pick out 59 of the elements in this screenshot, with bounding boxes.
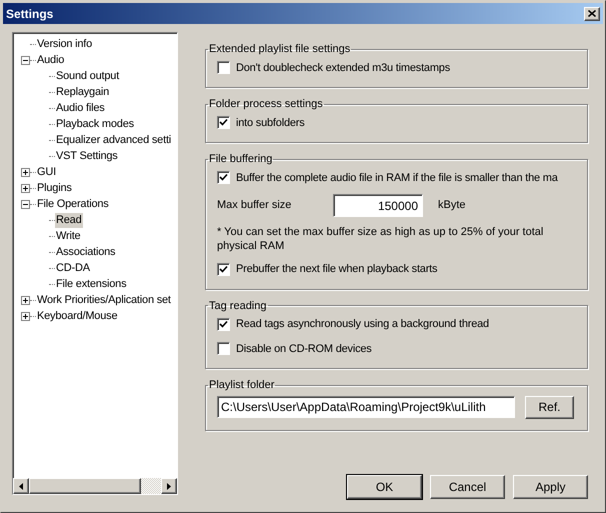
close-button[interactable] [584, 6, 600, 20]
checkbox[interactable] [217, 262, 230, 276]
tree-item[interactable]: Write [55, 228, 82, 244]
checkbox[interactable] [217, 116, 230, 130]
scroll-thumb[interactable] [29, 478, 141, 494]
tree-item[interactable]: VST Settings [55, 148, 119, 164]
checkbox-label: Buffer the complete audio file in RAM if the file is smaller than the ma [236, 170, 558, 186]
tree-item[interactable]: Work Priorities/Aplication set [36, 292, 172, 308]
expand-icon[interactable] [21, 168, 30, 176]
dialog-button[interactable]: OK [347, 475, 422, 499]
tree-item[interactable]: Equalizer advanced setti [55, 132, 172, 148]
collapse-icon[interactable] [21, 200, 30, 208]
checkbox[interactable] [217, 342, 230, 356]
group-title: Folder process settings [208, 97, 324, 112]
note-text: * You can set the max buffer size as high as up to 25% of your total physical RAM [217, 225, 544, 253]
dialog-button[interactable]: Cancel [430, 475, 505, 499]
tree-item[interactable]: Playback modes [55, 116, 135, 132]
collapse-icon[interactable] [21, 56, 30, 64]
buffer-size-field[interactable]: 150000 [333, 194, 423, 217]
tree-item[interactable]: File Operations [36, 196, 110, 212]
right-arrow-icon [167, 482, 171, 490]
folder-path-field[interactable]: C:\Users\User\AppData\Roaming\Project9k\uLilith [217, 396, 515, 418]
unit-label: kByte [438, 198, 466, 214]
checkbox-label: into subfolders [236, 116, 305, 130]
tree-item[interactable]: CD-DA [55, 260, 91, 276]
checkbox[interactable] [217, 318, 230, 331]
tree-item[interactable]: Version info [36, 36, 94, 52]
tree-item[interactable]: Plugins [36, 180, 73, 196]
field-label: Max buffer size [217, 198, 292, 214]
tree-item[interactable]: Keyboard/Mouse [36, 308, 118, 324]
tree-item[interactable]: Sound output [55, 68, 120, 84]
expand-icon[interactable] [21, 296, 30, 304]
tree-item[interactable]: Audio [36, 52, 66, 68]
checkbox-label: Read tags asynchronously using a background thread [236, 317, 489, 332]
group-title: Extended playlist file settings [208, 42, 352, 57]
checkbox-label: Disable on CD-ROM devices [236, 342, 372, 356]
group-title: Playlist folder [208, 378, 276, 393]
scroll-right-button[interactable] [161, 478, 177, 494]
dialog-button[interactable]: Apply [513, 475, 588, 499]
browse-button[interactable]: Ref. [525, 396, 574, 418]
tree-item[interactable]: Audio files [55, 100, 106, 116]
tree-item[interactable]: File extensions [55, 276, 128, 292]
group-title: File buffering [208, 152, 274, 167]
close-icon [588, 10, 596, 17]
horizontal-scrollbar[interactable] [13, 478, 177, 494]
left-arrow-icon [19, 482, 23, 490]
window-title: Settings [6, 6, 54, 22]
expand-icon[interactable] [21, 184, 30, 192]
tree-item[interactable]: Read [55, 212, 82, 228]
checkbox-label: Don't doublecheck extended m3u timestamps [236, 60, 450, 76]
tree-item[interactable]: Replaygain [55, 84, 110, 100]
checkbox[interactable] [217, 171, 230, 184]
checkbox-label: Prebuffer the next file when playback starts [236, 262, 438, 277]
tree-item[interactable]: Associations [55, 244, 116, 260]
tree-item[interactable]: GUI [36, 164, 57, 180]
scroll-left-button[interactable] [13, 478, 29, 494]
expand-icon[interactable] [21, 312, 30, 320]
checkbox[interactable] [217, 61, 230, 74]
group-title: Tag reading [208, 298, 268, 314]
